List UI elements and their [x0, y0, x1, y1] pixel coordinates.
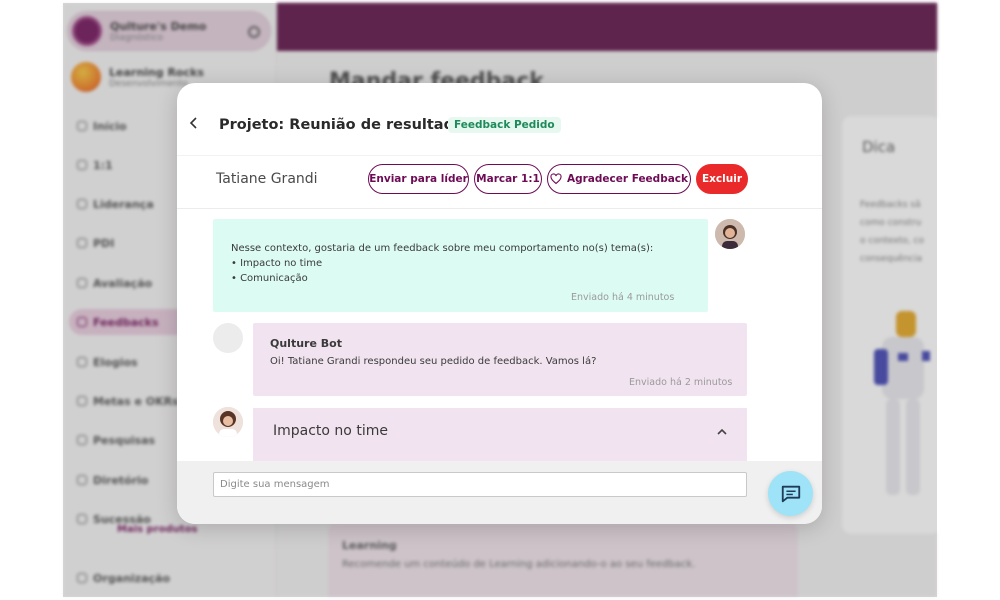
- message-timestamp: Enviado há 4 minutos: [571, 292, 675, 303]
- user-avatar-image: [213, 407, 243, 437]
- send-to-leader-button[interactable]: Enviar para líder: [368, 164, 469, 194]
- user-avatar-image: [715, 219, 745, 249]
- heart-icon: [550, 173, 562, 185]
- button-label: Enviar para líder: [369, 173, 468, 185]
- modal-title: Projeto: Reunião de resultados: [219, 117, 473, 133]
- back-button[interactable]: [187, 116, 201, 130]
- button-label: Agradecer Feedback: [566, 173, 689, 185]
- avatar: [715, 219, 745, 249]
- modal-header: Projeto: Reunião de resultados Feedback …: [177, 83, 822, 155]
- composer: [177, 461, 822, 524]
- message-input[interactable]: [213, 472, 747, 497]
- button-label: Excluir: [701, 173, 743, 185]
- thank-feedback-button[interactable]: Agradecer Feedback: [547, 164, 691, 194]
- feedback-request-message: Nesse contexto, gostaria de um feedback …: [213, 219, 708, 312]
- person-name: Tatiane Grandi: [216, 171, 318, 187]
- message-timestamp: Enviado há 2 minutos: [629, 377, 733, 388]
- status-badge: Feedback Pedido: [448, 117, 561, 133]
- screen: Qulture's Demo Diagnóstico Learning Rock…: [0, 0, 1000, 600]
- message-author: Qulture Bot: [270, 337, 342, 350]
- chat-bubble-icon: [781, 485, 800, 502]
- bot-message: Qulture Bot Oi! Tatiane Grandi respondeu…: [253, 323, 747, 396]
- message-text: Nesse contexto, gostaria de um feedback …: [231, 243, 654, 284]
- schedule-1on1-button[interactable]: Marcar 1:1: [474, 164, 542, 194]
- chevron-left-icon: [189, 117, 197, 129]
- bot-avatar: [213, 323, 243, 353]
- message-thread[interactable]: Nesse contexto, gostaria de um feedback …: [177, 209, 822, 461]
- message-text: Oi! Tatiane Grandi respondeu seu pedido …: [270, 356, 597, 367]
- button-label: Marcar 1:1: [476, 173, 540, 185]
- accordion-title: Impacto no time: [273, 423, 388, 439]
- avatar: [213, 407, 243, 437]
- topic-accordion[interactable]: Impacto no time: [253, 408, 747, 461]
- chat-fab-button[interactable]: [768, 471, 813, 516]
- feedback-modal: Projeto: Reunião de resultados Feedback …: [177, 83, 822, 524]
- delete-button[interactable]: Excluir: [696, 164, 748, 194]
- chevron-up-icon[interactable]: [715, 425, 729, 439]
